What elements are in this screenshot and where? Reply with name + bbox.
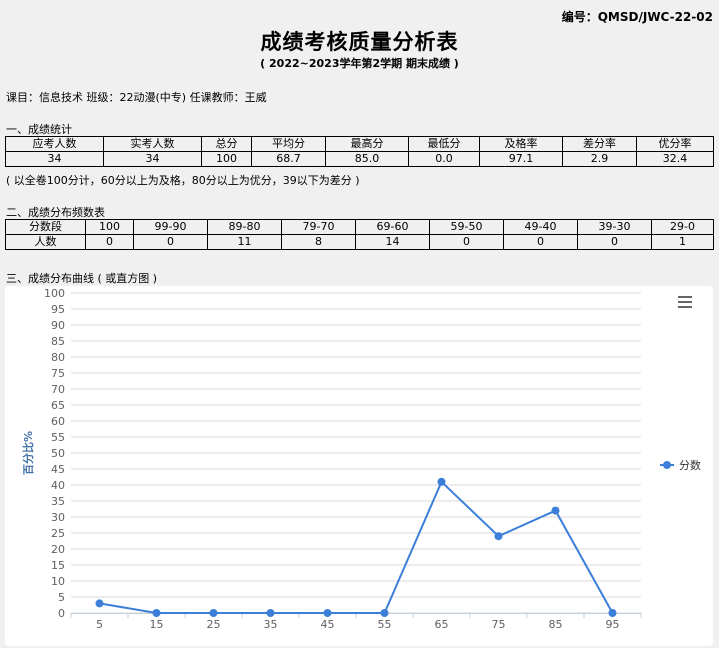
stats-header-cell: 最高分 xyxy=(325,136,409,152)
x-tick-label: 65 xyxy=(435,618,449,631)
stats-table: 应考人数 实考人数 总分 平均分 最高分 最低分 及格率 差分率 优分率 34 … xyxy=(5,136,714,167)
y-tick-label: 20 xyxy=(51,543,65,556)
stats-header-cell: 及格率 xyxy=(479,136,563,152)
stats-value-cell: 34 xyxy=(103,151,202,167)
distribution-value-cell: 0 xyxy=(85,234,134,250)
x-tick-label: 95 xyxy=(606,618,620,631)
stats-value-cell: 2.9 xyxy=(562,151,637,167)
page-subtitle: ( 2022~2023学年第2学期 期末成绩 ) xyxy=(260,57,459,70)
distribution-heading: 二、成绩分布频数表 xyxy=(6,206,105,219)
distribution-value-cell: 14 xyxy=(355,234,430,250)
stats-heading: 一、成绩统计 xyxy=(6,123,72,136)
y-axis-title: 百分比% xyxy=(21,431,35,475)
stats-value-cell: 68.7 xyxy=(251,151,326,167)
data-point xyxy=(266,609,275,617)
y-tick-label: 5 xyxy=(58,591,65,604)
line-chart: 0 5 10 15 20 25 30 35 40 45 50 55 60 65 70 75 80 85 90 95 10… xyxy=(21,287,701,631)
distribution-header-cell: 分数段 xyxy=(5,219,86,235)
y-tick-label: 10 xyxy=(51,575,65,588)
stats-header-row: 应考人数 实考人数 总分 平均分 最高分 最低分 及格率 差分率 优分率 xyxy=(5,136,714,152)
page-title: 成绩考核质量分析表 xyxy=(260,30,459,54)
distribution-header-cell: 100 xyxy=(85,219,134,235)
y-tick-label: 65 xyxy=(51,399,65,412)
x-tick-label: 5 xyxy=(96,618,103,631)
data-point xyxy=(95,599,104,608)
x-tick-label: 35 xyxy=(264,618,278,631)
y-tick-label: 30 xyxy=(51,511,65,524)
distribution-table: 分数段 100 99-90 89-80 79-70 69-60 59-50 49… xyxy=(5,219,714,250)
x-tick-label: 15 xyxy=(150,618,164,631)
distribution-header-cell: 39-30 xyxy=(577,219,652,235)
stats-value-row: 34 34 100 68.7 85.0 0.0 97.1 2.9 32.4 xyxy=(5,151,714,167)
x-tick-label: 55 xyxy=(378,618,392,631)
x-tick-label: 45 xyxy=(321,618,335,631)
chart-container: 0 5 10 15 20 25 30 35 40 45 50 55 60 65 70 75 80 85 90 95 10… xyxy=(5,286,713,646)
distribution-value-cell: 0 xyxy=(503,234,578,250)
y-tick-label: 15 xyxy=(51,559,65,572)
course-info: 课目：信息技术 班级：22动漫(中专) 任课教师：王威 xyxy=(6,91,267,104)
distribution-header-cell: 69-60 xyxy=(355,219,430,235)
distribution-header-cell: 79-70 xyxy=(281,219,356,235)
stats-value-cell: 0.0 xyxy=(408,151,480,167)
data-point xyxy=(551,506,560,515)
distribution-header-cell: 49-40 xyxy=(503,219,578,235)
data-point xyxy=(494,532,503,541)
distribution-value-cell: 1 xyxy=(651,234,714,250)
document-code: 编号：QMSD/JWC-22-02 xyxy=(561,10,713,24)
distribution-value-cell: 0 xyxy=(429,234,504,250)
y-tick-label: 70 xyxy=(51,383,65,396)
stats-value-cell: 34 xyxy=(5,151,104,167)
y-tick-label: 95 xyxy=(51,303,65,316)
stats-value-cell: 32.4 xyxy=(636,151,714,167)
data-point xyxy=(152,609,161,617)
data-point xyxy=(380,609,389,617)
x-tick-label: 75 xyxy=(492,618,506,631)
distribution-header-cell: 99-90 xyxy=(133,219,208,235)
stats-value-cell: 85.0 xyxy=(325,151,409,167)
distribution-value-cell: 8 xyxy=(281,234,356,250)
menu-icon[interactable] xyxy=(678,296,692,310)
stats-header-cell: 应考人数 xyxy=(5,136,104,152)
y-tick-label: 90 xyxy=(51,319,65,332)
y-tick-label: 25 xyxy=(51,527,65,540)
distribution-value-row: 人数 0 0 11 8 14 0 0 0 1 xyxy=(5,234,714,250)
y-tick-label: 80 xyxy=(51,351,65,364)
y-tick-label: 40 xyxy=(51,479,65,492)
y-tick-label: 75 xyxy=(51,367,65,380)
stats-header-cell: 实考人数 xyxy=(103,136,202,152)
chart-heading: 三、成绩分布曲线 ( 或直方图 ) xyxy=(6,272,158,285)
stats-value-cell: 97.1 xyxy=(479,151,563,167)
distribution-header-cell: 29-0 xyxy=(651,219,714,235)
x-tick-label: 85 xyxy=(549,618,563,631)
stats-header-cell: 差分率 xyxy=(562,136,637,152)
stats-value-cell: 100 xyxy=(201,151,252,167)
distribution-value-cell: 0 xyxy=(133,234,208,250)
data-point xyxy=(323,609,332,617)
distribution-header-cell: 89-80 xyxy=(207,219,282,235)
distribution-header-cell: 59-50 xyxy=(429,219,504,235)
distribution-value-cell: 11 xyxy=(207,234,282,250)
data-point xyxy=(608,609,617,617)
distribution-header-row: 分数段 100 99-90 89-80 79-70 69-60 59-50 49… xyxy=(5,219,714,235)
x-tick-label: 25 xyxy=(207,618,221,631)
y-tick-label: 50 xyxy=(51,447,65,460)
stats-header-cell: 平均分 xyxy=(251,136,326,152)
stats-header-cell: 最低分 xyxy=(408,136,480,152)
y-tick-label: 85 xyxy=(51,335,65,348)
data-point xyxy=(209,609,218,617)
stats-header-cell: 总分 xyxy=(201,136,252,152)
y-tick-label: 100 xyxy=(44,287,65,300)
data-point xyxy=(437,477,446,486)
y-tick-label: 55 xyxy=(51,431,65,444)
stats-header-cell: 优分率 xyxy=(636,136,714,152)
y-tick-label: 60 xyxy=(51,415,65,428)
distribution-value-cell: 人数 xyxy=(5,234,86,250)
legend-marker xyxy=(663,461,671,469)
y-tick-label: 45 xyxy=(51,463,65,476)
stats-note: ( 以全卷100分计，60分以上为及格，80分以上为优分，39以下为差分 ) xyxy=(6,174,360,187)
distribution-value-cell: 0 xyxy=(577,234,652,250)
y-tick-label: 0 xyxy=(58,607,65,620)
y-tick-label: 35 xyxy=(51,495,65,508)
legend-label: 分数 xyxy=(679,459,701,472)
